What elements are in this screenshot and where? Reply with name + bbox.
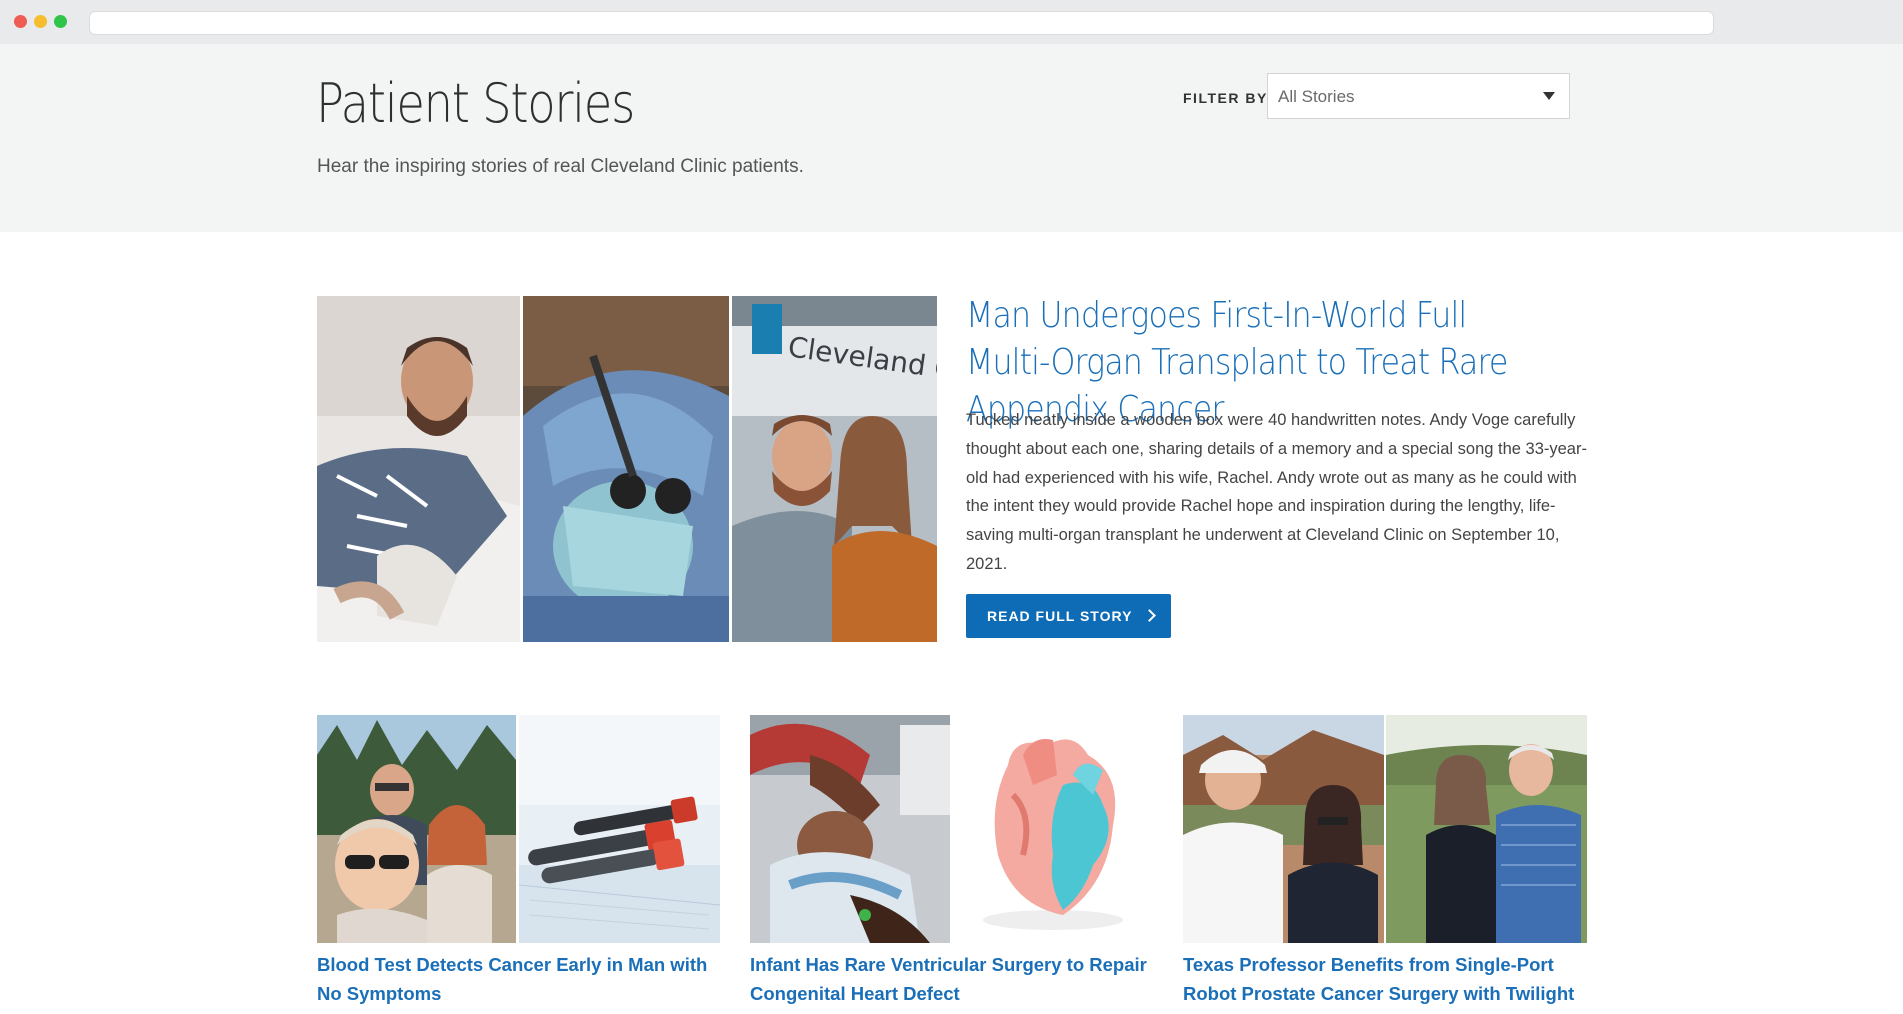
featured-image-surgeon[interactable]	[523, 296, 729, 642]
filter-select[interactable]: All Stories	[1267, 73, 1570, 119]
card-2-image-infant[interactable]	[750, 715, 950, 943]
card-1-image-blood-tubes[interactable]	[519, 715, 720, 943]
browser-chrome	[0, 0, 1903, 44]
page-title: Patient Stories	[316, 72, 635, 135]
card-2-title[interactable]: Infant Has Rare Ventricular Surgery to R…	[750, 950, 1155, 1008]
featured-image-couple-cleveland-clinic[interactable]: Cleveland Clinic	[732, 296, 937, 642]
card-2-image-heart-model[interactable]	[953, 715, 1154, 943]
filter-label: FILTER BY:	[1183, 90, 1273, 106]
featured-image-patient-bed[interactable]	[317, 296, 520, 642]
featured-story-excerpt: Tucked neatly inside a wooden box were 4…	[966, 411, 1587, 573]
page-header-band	[0, 44, 1903, 232]
card-3-title[interactable]: Texas Professor Benefits from Single-Por…	[1183, 950, 1588, 1014]
page-subtitle: Hear the inspiring stories of real Cleve…	[317, 156, 804, 177]
card-1-image-family[interactable]	[317, 715, 516, 943]
address-bar[interactable]	[89, 11, 1714, 35]
read-full-story-button[interactable]: READ FULL STORY	[966, 594, 1171, 638]
chevron-right-icon	[1143, 609, 1156, 622]
card-3-image-couple-desert[interactable]	[1183, 715, 1384, 943]
close-window-icon[interactable]	[14, 15, 27, 28]
maximize-window-icon[interactable]	[54, 15, 67, 28]
minimize-window-icon[interactable]	[34, 15, 47, 28]
filter-selected-value: All Stories	[1278, 87, 1355, 106]
card-1-title[interactable]: Blood Test Detects Cancer Early in Man w…	[317, 950, 722, 1008]
read-full-story-label: READ FULL STORY	[987, 608, 1133, 624]
card-3-image-couple-field[interactable]	[1386, 715, 1587, 943]
caret-down-icon	[1543, 92, 1555, 100]
